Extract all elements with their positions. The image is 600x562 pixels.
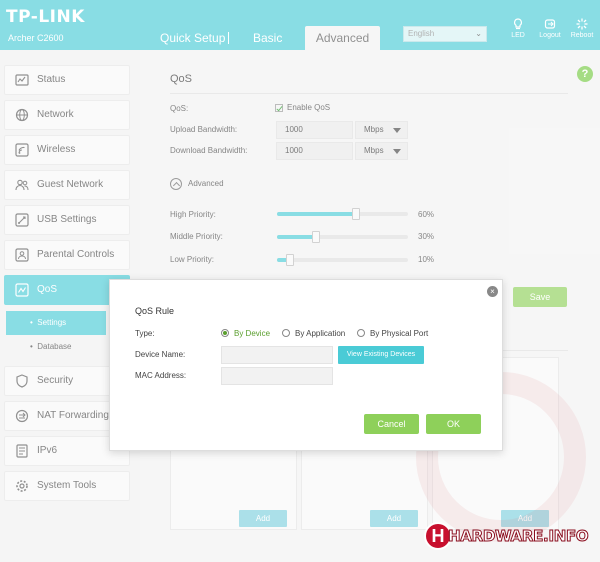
radio-by-device[interactable]: By Device bbox=[221, 328, 271, 338]
radio-icon bbox=[282, 328, 290, 337]
watermark-text: HARDWARE.INFO bbox=[447, 527, 589, 546]
radio-icon bbox=[221, 328, 229, 337]
dialog-title: QoS Rule bbox=[135, 306, 175, 316]
close-icon[interactable]: × bbox=[487, 286, 498, 297]
mac-address-input[interactable] bbox=[221, 367, 333, 385]
watermark-logo: H HARDWARE.INFO bbox=[424, 520, 594, 554]
ok-button[interactable]: OK bbox=[426, 414, 481, 434]
cancel-button[interactable]: Cancel bbox=[364, 414, 419, 434]
radio-icon bbox=[357, 328, 365, 337]
qos-rule-dialog: QoS Rule × Type: By Device By Applicatio… bbox=[109, 279, 503, 451]
radio-label: By Device bbox=[234, 329, 271, 338]
type-label: Type: bbox=[135, 329, 155, 338]
radio-label: By Application bbox=[295, 329, 346, 338]
radio-label: By Physical Port bbox=[370, 329, 429, 338]
view-existing-devices-button[interactable]: View Existing Devices bbox=[338, 346, 424, 364]
device-name-label: Device Name: bbox=[135, 350, 186, 359]
radio-by-application[interactable]: By Application bbox=[282, 328, 346, 338]
mac-address-label: MAC Address: bbox=[135, 371, 187, 380]
radio-by-physical-port[interactable]: By Physical Port bbox=[357, 328, 429, 338]
device-name-input[interactable] bbox=[221, 346, 333, 364]
